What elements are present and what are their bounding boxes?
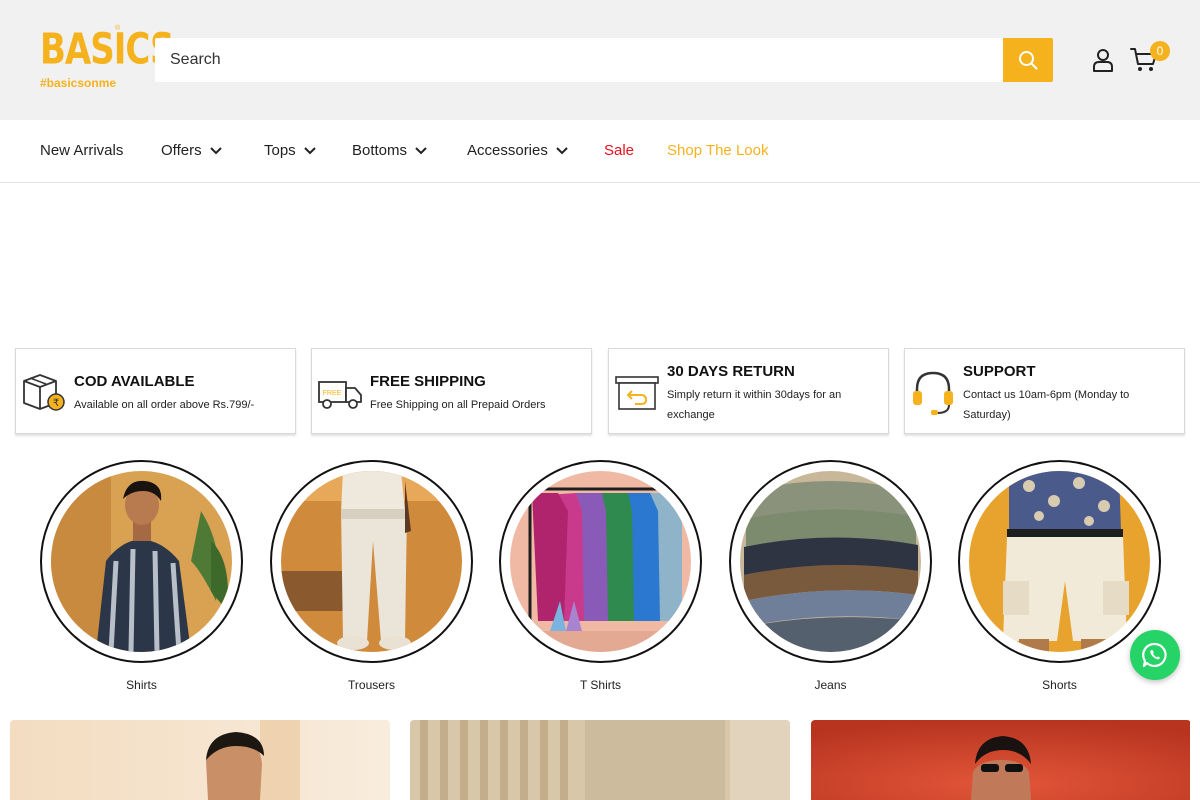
category-circle [499,460,702,663]
nav-label: Accessories [467,142,548,159]
promo-banner-1[interactable] [10,720,390,800]
promo-banner-3[interactable] [811,720,1191,800]
truck-icon: FREE [318,381,362,409]
nav-label: Offers [161,142,202,159]
category-circle [958,460,1161,663]
return-box-icon [615,376,659,410]
cart-count-badge: 0 [1150,41,1170,61]
headset-icon [913,371,953,415]
category-image-shirts [51,471,232,652]
site-header: BASICS ® #basicsonme 0 [0,0,1200,120]
feature-cod: ₹ COD AVAILABLE Available on all order a… [15,348,296,434]
main-navigation: New Arrivals Offers Tops Bottoms Accesso… [0,120,1200,183]
logo-tagline: #basicsonme [40,76,117,90]
chevron-down-icon [303,146,316,154]
category-circle [270,460,473,663]
category-circle [40,460,243,663]
category-circle [729,460,932,663]
search-button[interactable] [1003,38,1053,82]
category-image-t-shirts [510,471,691,652]
search-bar [155,38,1053,82]
category-label: Trousers [348,678,395,692]
category-image-jeans [740,471,921,652]
nav-label: Shop The Look [667,142,769,159]
nav-item-bottoms[interactable]: Bottoms [352,142,427,159]
feature-text: Free Shipping on all Prepaid Orders [370,399,546,411]
chevron-down-icon [556,146,568,154]
category-label: Jeans [814,678,847,692]
promo-banner-2[interactable] [410,720,790,800]
nav-item-sale[interactable]: Sale [604,142,634,159]
category-label: Shorts [1042,678,1077,692]
feature-free-shipping: FREE FREE SHIPPING Free Shipping on all … [311,348,592,434]
basics-logo[interactable]: BASICS ® #basicsonme [40,25,174,92]
feature-title: SUPPORT [963,363,1036,380]
account-icon[interactable] [1092,48,1114,72]
svg-text:FREE: FREE [323,390,342,397]
feature-text: Simply return it within 30days for an ex… [667,389,842,421]
whatsapp-icon [1142,642,1167,668]
category-image-trousers [281,471,462,652]
feature-30-days-return: 30 DAYS RETURN Simply return it within 3… [608,348,889,434]
logo-registered-mark: ® [115,25,121,32]
banner-image [10,720,390,800]
chevron-down-icon [415,146,427,154]
search-icon [1019,51,1038,70]
search-input[interactable] [155,38,1003,82]
feature-support: SUPPORT Contact us 10am-6pm (Monday to S… [904,348,1185,434]
svg-text:₹: ₹ [53,398,59,409]
category-label: Shirts [126,678,157,692]
nav-item-offers[interactable]: Offers [161,142,222,159]
category-label: T Shirts [579,678,622,692]
banner-image [811,720,1190,800]
cod-box-icon: ₹ [23,374,65,411]
feature-text: Available on all order above Rs.799/- [74,399,255,411]
feature-title: 30 DAYS RETURN [667,363,795,380]
nav-label: Sale [604,142,635,159]
feature-title: FREE SHIPPING [370,373,486,390]
whatsapp-chat-button[interactable] [1130,630,1180,680]
nav-label: Tops [264,142,296,159]
feature-title: COD AVAILABLE [74,373,195,390]
nav-item-tops[interactable]: Tops [264,142,316,159]
chevron-down-icon [209,146,222,154]
feature-text: Contact us 10am-6pm (Monday to Saturday) [963,389,1130,421]
logo-wordmark: BASICS [40,24,174,75]
banner-image [410,720,790,800]
nav-label: New Arrivals [40,142,124,159]
nav-label: Bottoms [352,142,408,159]
nav-item-accessories[interactable]: Accessories [467,142,568,159]
nav-item-new-arrivals[interactable]: New Arrivals [40,142,123,159]
category-image-shorts [969,471,1150,652]
nav-item-shop-the-look[interactable]: Shop The Look [667,142,768,159]
